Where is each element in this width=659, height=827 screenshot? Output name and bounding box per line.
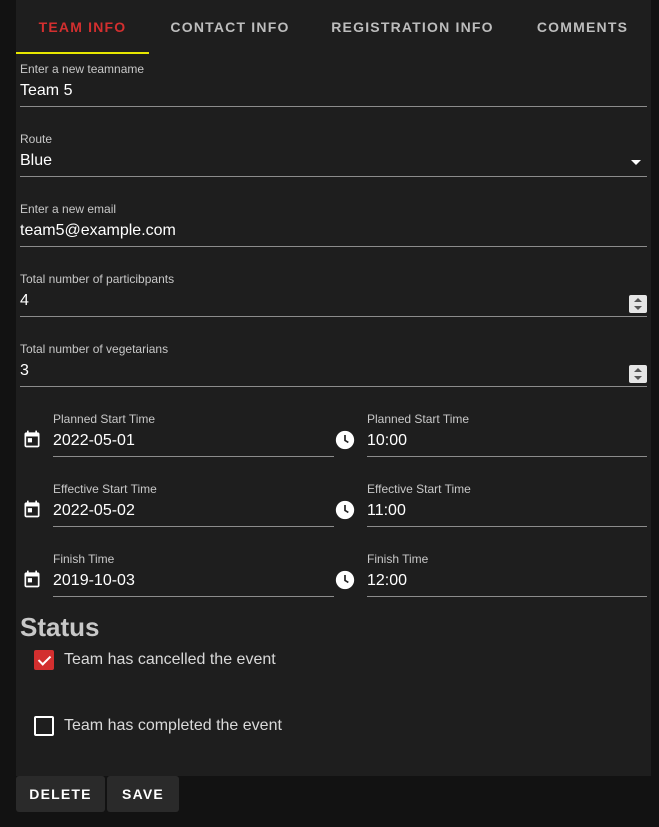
planned-time-label: Planned Start Time [367,412,470,426]
email-field[interactable]: Enter a new email team5@example.com [20,202,647,247]
teamname-label: Enter a new teamname [20,62,145,76]
effective-time-value[interactable]: 11:00 [367,502,406,520]
tab-comments-label: COMMENTS [536,19,629,35]
email-label: Enter a new email [20,202,117,216]
planned-date-underline [53,456,334,457]
delete-button[interactable]: DELETE [16,776,105,812]
tab-contact-info-label: CONTACT INFO [170,19,290,35]
finish-time-field[interactable]: Finish Time 12:00 [367,552,647,597]
clock-icon[interactable] [335,500,355,520]
planned-time-field[interactable]: Planned Start Time 10:00 [367,412,647,457]
finish-date-label: Finish Time [53,552,115,566]
tab-contact-info[interactable]: CONTACT INFO [149,0,311,54]
planned-date-value[interactable]: 2022-05-01 [53,432,135,450]
effective-time-field[interactable]: Effective Start Time 11:00 [367,482,647,527]
effective-date-field[interactable]: Effective Start Time 2022-05-02 [53,482,334,527]
stepper-down-icon[interactable] [634,306,642,310]
participants-value[interactable]: 4 [20,292,29,310]
finish-time-value[interactable]: 12:00 [367,572,407,590]
status-heading: Status [20,612,100,642]
participants-label: Total number of particibpants [20,272,175,286]
vegetarians-stepper[interactable] [629,365,647,383]
finish-time-label: Finish Time [367,552,429,566]
teamname-underline [20,106,647,107]
finish-time-underline [367,596,647,597]
completed-checkbox-row[interactable]: Team has completed the event [34,716,282,736]
tab-team-info[interactable]: TEAM INFO [16,0,149,54]
participants-underline [20,316,647,317]
calendar-icon[interactable] [22,499,42,519]
effective-time-label: Effective Start Time [367,482,471,496]
planned-date-label: Planned Start Time [53,412,156,426]
tab-comments[interactable]: COMMENTS [514,0,651,54]
planned-date-field[interactable]: Planned Start Time 2022-05-01 [53,412,334,457]
effective-date-value[interactable]: 2022-05-02 [53,502,135,520]
clock-icon[interactable] [335,430,355,450]
vegetarians-value[interactable]: 3 [20,362,29,380]
completed-checkbox[interactable] [34,716,54,736]
effective-time-underline [367,526,647,527]
stepper-down-icon[interactable] [634,376,642,380]
vegetarians-label: Total number of vegetarians [20,342,169,356]
route-value[interactable]: Blue [20,152,52,170]
stepper-up-icon[interactable] [634,298,642,302]
effective-date-underline [53,526,334,527]
finish-date-value[interactable]: 2019-10-03 [53,572,135,590]
tab-registration-info[interactable]: REGISTRATION INFO [311,0,514,54]
email-value[interactable]: team5@example.com [20,222,176,240]
route-label: Route [20,132,53,146]
finish-date-field[interactable]: Finish Time 2019-10-03 [53,552,334,597]
save-button[interactable]: SAVE [107,776,179,812]
tab-registration-info-label: REGISTRATION INFO [331,19,494,35]
route-select[interactable]: Route Blue [20,132,647,177]
cancelled-checkbox[interactable] [34,650,54,670]
vegetarians-field[interactable]: Total number of vegetarians 3 [20,342,647,387]
cancelled-checkbox-row[interactable]: Team has cancelled the event [34,650,276,670]
planned-time-value[interactable]: 10:00 [367,432,407,450]
effective-date-label: Effective Start Time [53,482,157,496]
finish-date-underline [53,596,334,597]
planned-time-underline [367,456,647,457]
participants-stepper[interactable] [629,295,647,313]
teamname-field[interactable]: Enter a new teamname Team 5 [20,62,647,107]
email-underline [20,246,647,247]
cancelled-checkbox-label[interactable]: Team has cancelled the event [64,651,276,669]
calendar-icon[interactable] [22,569,42,589]
vegetarians-underline [20,386,647,387]
completed-checkbox-label[interactable]: Team has completed the event [64,717,282,735]
active-tab-indicator [16,52,149,54]
stepper-up-icon[interactable] [634,368,642,372]
participants-field[interactable]: Total number of particibpants 4 [20,272,647,317]
chevron-down-icon[interactable] [631,160,641,165]
teamname-value[interactable]: Team 5 [20,82,72,100]
tab-bar: TEAM INFO CONTACT INFO REGISTRATION INFO… [16,0,651,54]
calendar-icon[interactable] [22,429,42,449]
clock-icon[interactable] [335,570,355,590]
route-underline [20,176,647,177]
tab-team-info-label: TEAM INFO [38,19,127,35]
